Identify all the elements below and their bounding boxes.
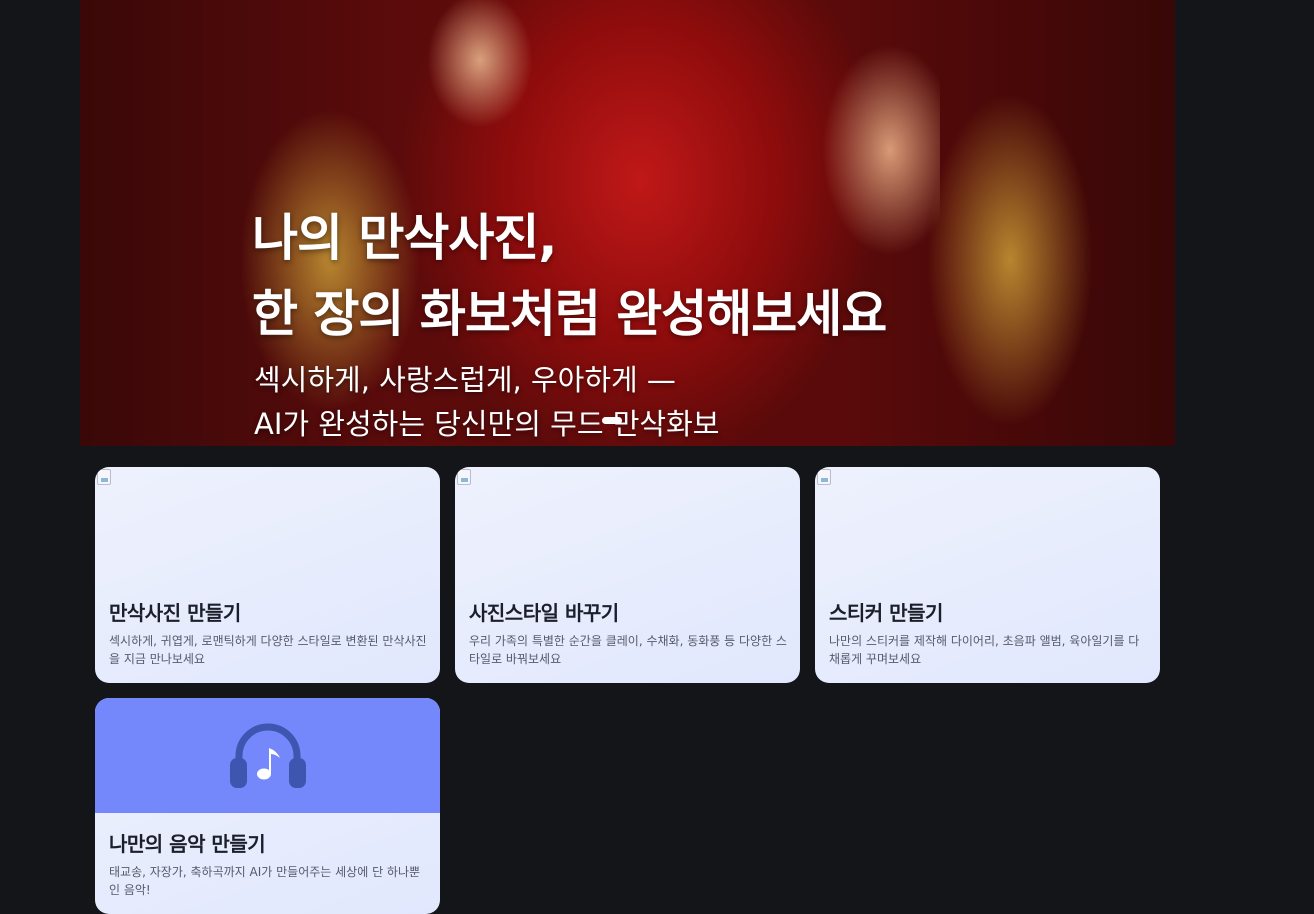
hero-title-line: 한 장의 화보처럼 완성해보세요	[252, 285, 887, 343]
card-maternity-photo[interactable]: 만삭사진 만들기 섹시하게, 귀엽게, 로맨틱하게 다양한 스타일로 변환된 만…	[95, 467, 440, 683]
card-description: 섹시하게, 귀엽게, 로맨틱하게 다양한 스타일로 변환된 만삭사진을 지금 만…	[109, 634, 427, 666]
card-photo-style[interactable]: 사진스타일 바꾸기 우리 가족의 특별한 순간을 클레이, 수채화, 동화풍 등…	[455, 467, 800, 683]
hero-subtitle: 섹시하게, 사랑스럽게, 우아하게 — AI가 완성하는 당신만의 무드 만삭화…	[254, 358, 719, 446]
card-title: 사진스타일 바꾸기	[469, 601, 619, 625]
card-sticker[interactable]: 스티커 만들기 나만의 스티커를 제작해 다이어리, 초음파 앨범, 육아일기를…	[815, 467, 1160, 683]
card-thumbnail	[95, 698, 440, 813]
broken-image-icon	[97, 469, 111, 485]
card-title: 스티커 만들기	[829, 601, 943, 625]
carousel-indicator-dot[interactable]	[602, 417, 622, 424]
card-thumbnail	[815, 467, 1160, 582]
hero-photo-detail	[410, 0, 570, 160]
hero-title-line: 나의 만삭사진,	[252, 209, 557, 267]
hero-title: 나의 만삭사진, 한 장의 화보처럼 완성해보세요	[252, 200, 887, 352]
card-title: 만삭사진 만들기	[109, 601, 241, 625]
card-description: 나만의 스티커를 제작해 다이어리, 초음파 앨범, 육아일기를 다채롭게 꾸며…	[829, 634, 1140, 666]
hero-subtitle-line: AI가 완성하는 당신만의 무드 만삭화보	[254, 407, 720, 441]
card-music[interactable]: 나만의 음악 만들기 태교송, 자장가, 축하곡까지 AI가 만들어주는 세상에…	[95, 698, 440, 914]
card-description: 태교송, 자장가, 축하곡까지 AI가 만들어주는 세상에 단 하나뿐인 음악!	[109, 865, 421, 897]
hero-banner[interactable]: 나의 만삭사진, 한 장의 화보처럼 완성해보세요 섹시하게, 사랑스럽게, 우…	[80, 0, 1175, 446]
card-title: 나만의 음악 만들기	[109, 832, 266, 856]
card-thumbnail	[455, 467, 800, 582]
card-thumbnail	[95, 467, 440, 582]
hero-subtitle-line: 섹시하게, 사랑스럽게, 우아하게 —	[254, 363, 676, 397]
broken-image-icon	[817, 469, 831, 485]
card-description: 우리 가족의 특별한 순간을 클레이, 수채화, 동화풍 등 다양한 스타일로 …	[469, 634, 787, 666]
broken-image-icon	[457, 469, 471, 485]
headphones-music-icon	[230, 723, 306, 788]
